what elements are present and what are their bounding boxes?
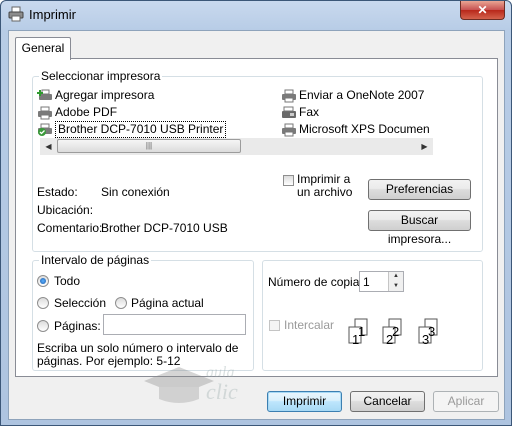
comment-value: Brother DCP-7010 USB [101,221,228,235]
pages-radio[interactable] [37,320,49,332]
printer-item-brother[interactable]: Brother DCP-7010 USB Printer [37,121,227,138]
apply-button[interactable]: Aplicar [433,391,499,412]
spin-down-icon[interactable]: ▼ [389,282,403,292]
printer-group: Seleccionar impresora Agregar impresora … [32,69,483,252]
printer-item-fax[interactable]: Fax [281,104,319,121]
printer-name: Microsoft XPS Documen [299,122,430,136]
svg-text:clic: clic [206,379,238,404]
all-pages-label: Todo [54,274,81,288]
collate-page-number: 2 [392,324,400,339]
printer-icon [8,6,24,22]
printer-icon [282,89,296,102]
page-range-legend: Intervalo de páginas [39,253,152,267]
printer-name: Fax [299,105,320,119]
copies-label: Número de copias: [268,275,369,289]
comment-label: Comentario: [37,221,103,235]
copies-spinner[interactable]: ▲ ▼ [388,272,403,291]
printer-icon [38,106,52,119]
selection-radio[interactable] [37,297,49,309]
copies-value: 1 [363,275,370,289]
print-button[interactable]: Imprimir [267,391,342,412]
find-printer-button[interactable]: Buscar impresora... [368,210,471,246]
print-dialog: Imprimir ✕ General Seleccionar impresora… [0,0,512,426]
tab-general[interactable]: General [15,37,71,60]
fax-icon [282,106,296,118]
collate-checkbox[interactable] [269,320,280,331]
current-page-radio[interactable] [115,297,127,309]
default-printer-icon [38,123,52,136]
dialog-body: General Seleccionar impresora Agregar im… [8,30,505,420]
status-label: Estado: [37,185,78,199]
print-to-file-label: un archivo [297,185,353,199]
printer-item-adobe-pdf[interactable]: Adobe PDF [37,104,117,121]
printer-name: Enviar a OneNote 2007 [299,88,425,102]
close-button[interactable]: ✕ [460,1,505,20]
current-page-label: Página actual [131,296,204,310]
printer-name: Agregar impresora [55,88,155,102]
printer-group-legend: Seleccionar impresora [39,69,163,83]
copies-group: Número de copias: 1 ▲ ▼ Intercalar 1 1 2… [262,260,483,371]
status-value: Sin conexión [101,185,170,199]
selection-label: Selección [54,296,107,310]
print-to-file-label: Imprimir a [297,172,351,186]
add-printer-icon [37,89,52,100]
printer-list-scrollbar[interactable]: ◀ ||| ▶ [40,138,433,155]
pages-label: Páginas: [54,319,101,333]
scrollbar-thumb[interactable]: ||| [57,139,241,153]
cancel-button[interactable]: Cancelar [350,391,425,412]
title-bar[interactable]: Imprimir ✕ [1,1,511,29]
printer-item-add[interactable]: Agregar impresora [37,87,154,104]
general-tab-panel: Seleccionar impresora Agregar impresora … [15,58,498,404]
printer-icon [282,123,296,136]
all-pages-radio[interactable] [37,275,49,287]
aulaclic-watermark: aula clic [144,364,238,404]
spin-up-icon[interactable]: ▲ [389,272,403,282]
printer-name: Brother DCP-7010 USB Printer [55,121,227,138]
pages-input[interactable] [103,314,246,335]
collate-page-number: 3 [428,324,436,339]
printer-name: Adobe PDF [55,105,118,119]
collate-label: Intercalar [284,318,335,332]
location-label: Ubicación: [37,203,94,217]
copies-input[interactable]: 1 ▲ ▼ [359,271,404,292]
window-title: Imprimir [29,7,76,22]
preferences-button[interactable]: Preferencias [368,179,471,200]
print-to-file-checkbox[interactable] [283,175,294,186]
printer-item-xps[interactable]: Microsoft XPS Documen [281,121,431,138]
scroll-left-icon[interactable]: ◀ [40,138,57,155]
collate-page-number: 1 [358,324,366,339]
scroll-right-icon[interactable]: ▶ [416,138,433,155]
printer-item-onenote[interactable]: Enviar a OneNote 2007 [281,87,424,104]
